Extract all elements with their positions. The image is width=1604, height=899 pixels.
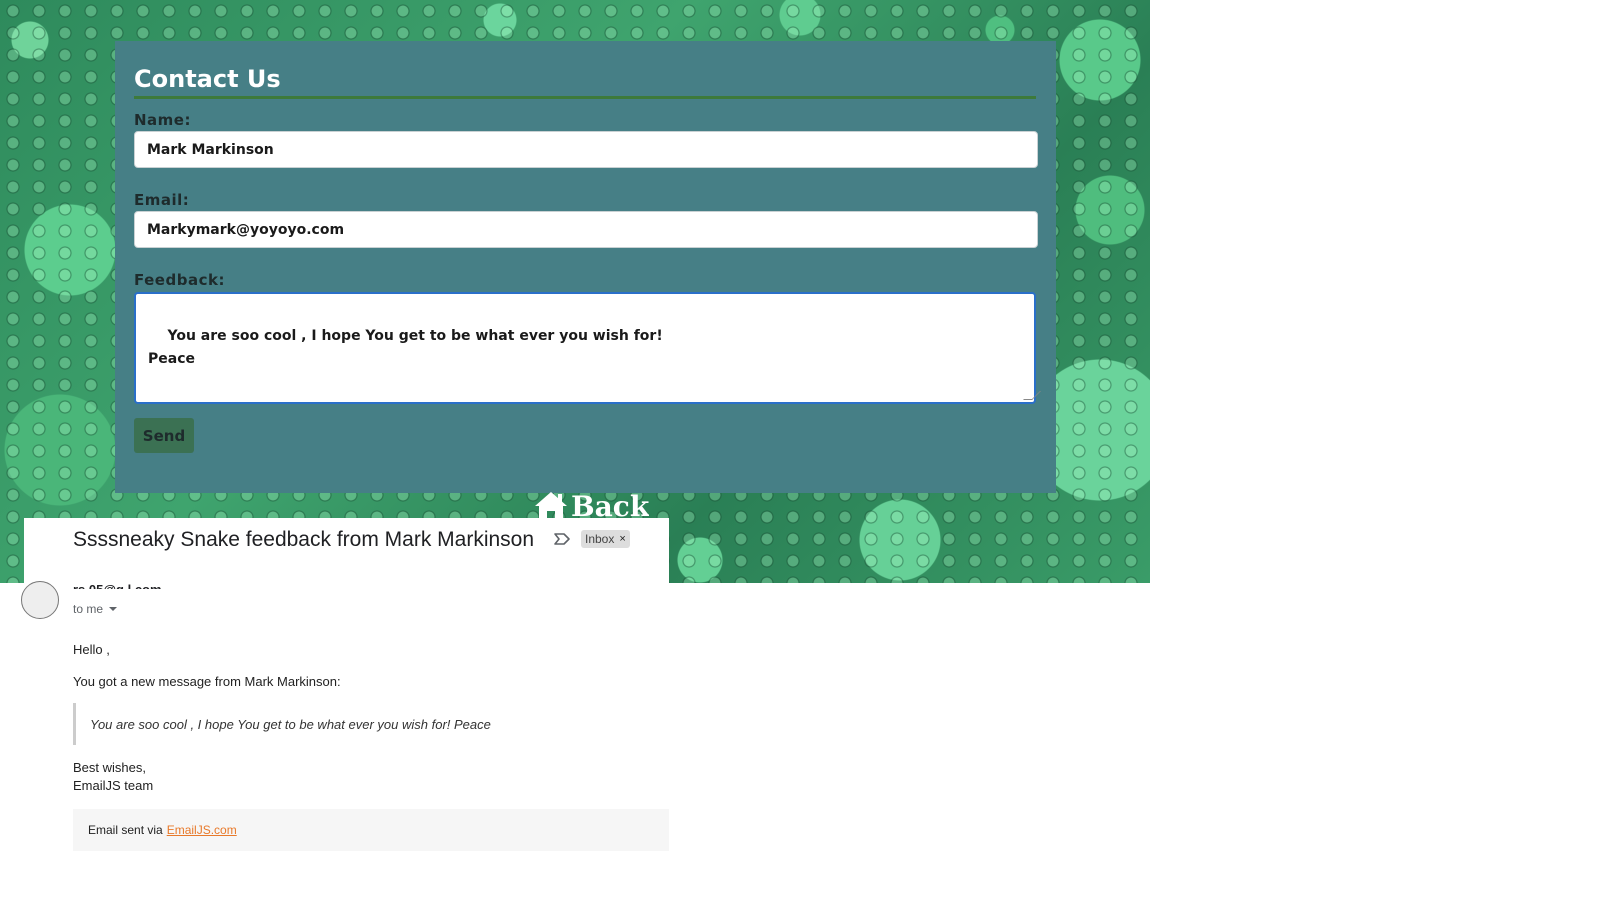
email-input[interactable]: Markymark@yoyoyo.com xyxy=(134,211,1038,248)
avatar[interactable] xyxy=(21,581,59,619)
chevron-down-icon xyxy=(109,607,118,611)
resize-grip-icon[interactable] xyxy=(1023,391,1041,400)
title-divider xyxy=(134,96,1036,99)
email-quote-text: You are soo cool , I hope You get to be … xyxy=(90,716,491,732)
email-signature: EmailJS team xyxy=(73,778,154,793)
feedback-textarea[interactable]: You are soo cool , I hope You get to be … xyxy=(134,292,1041,404)
contact-title: Contact Us xyxy=(134,65,281,93)
email-label: Email: xyxy=(134,191,190,209)
back-label: Back xyxy=(571,490,650,518)
inbox-chip[interactable]: Inbox × xyxy=(581,530,630,548)
name-label: Name: xyxy=(134,111,191,129)
feedback-label: Feedback: xyxy=(134,271,225,289)
close-icon[interactable]: × xyxy=(619,533,625,545)
email-signoff: Best wishes, xyxy=(73,760,146,775)
to-me-label: to me xyxy=(73,602,104,616)
home-icon xyxy=(535,492,567,518)
emailjs-link[interactable]: EmailJS.com xyxy=(167,823,237,837)
sender-address: rs 05@g l.com xyxy=(73,580,162,589)
email-header: Ssssneaky Snake feedback from Mark Marki… xyxy=(24,518,669,583)
email-subject: Ssssneaky Snake feedback from Mark Marki… xyxy=(73,528,535,551)
name-input[interactable]: Mark Markinson xyxy=(134,131,1038,168)
send-button[interactable]: Send xyxy=(134,418,194,453)
inbox-chip-label: Inbox xyxy=(585,532,615,546)
label-arrow-icon[interactable] xyxy=(553,531,571,547)
email-quote: You are soo cool , I hope You get to be … xyxy=(73,703,633,745)
email-greeting: Hello , xyxy=(73,642,110,657)
footer-text: Email sent via xyxy=(88,823,163,837)
recipient-toggle[interactable]: to me xyxy=(73,602,118,616)
back-link[interactable]: Back xyxy=(533,490,649,518)
contact-form-panel: Contact Us Name: Mark Markinson Email: M… xyxy=(115,41,1056,493)
email-footer: Email sent via EmailJS.com xyxy=(73,809,669,851)
feedback-text: You are soo cool , I hope You get to be … xyxy=(148,328,663,367)
email-intro: You got a new message from Mark Markinso… xyxy=(73,674,341,689)
